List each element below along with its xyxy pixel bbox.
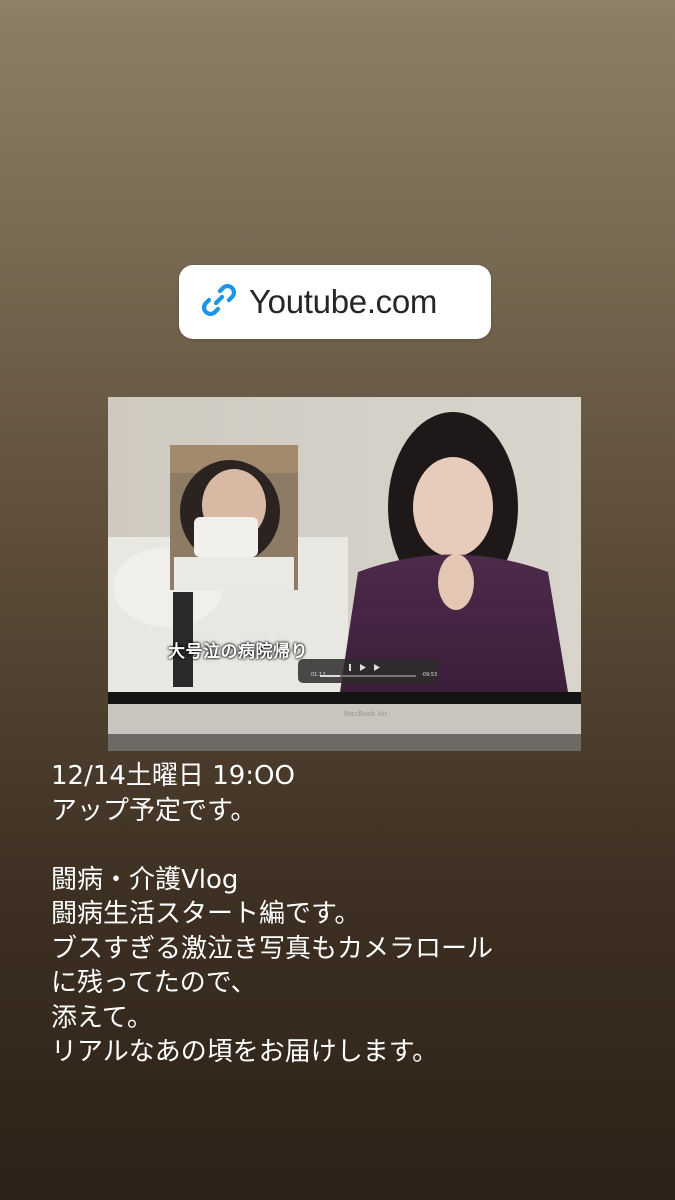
story-caption: 12/14土曜日 19:OO アップ予定です。 闘病・介護Vlog 闘病生活スタ… xyxy=(51,759,651,1070)
caption-line xyxy=(51,828,651,863)
player-time-current: 01:12 xyxy=(311,672,326,678)
caption-line: 添えて。 xyxy=(51,1002,153,1033)
video-subtitle: 大号泣の病院帰り xyxy=(168,642,308,662)
laptop-brand-label: MacBook Air xyxy=(344,710,388,718)
link-icon xyxy=(199,280,239,324)
caption-line: 12/14土曜日 19:OO xyxy=(51,761,295,791)
player-time-remaining: -09:53 xyxy=(421,672,438,678)
caption-line: 闘病生活スタート編です。 xyxy=(51,899,361,929)
caption-line: アップ予定です。 xyxy=(51,795,257,826)
link-url: Youtube.com xyxy=(249,283,438,320)
caption-line: リアルなあの頃をお届けします。 xyxy=(51,1037,439,1067)
caption-line: ブスすぎる激泣き写真もカメラロール xyxy=(51,933,494,964)
caption-line: 闘病・介護Vlog xyxy=(51,864,239,895)
caption-line: に残ってたので、 xyxy=(51,968,257,998)
link-sticker[interactable]: Youtube.com xyxy=(179,265,491,339)
video-photo: 大号泣の病院帰り 01:12 -09:53 MacBook Air xyxy=(108,397,581,751)
laptop-screen-photo xyxy=(108,397,581,751)
